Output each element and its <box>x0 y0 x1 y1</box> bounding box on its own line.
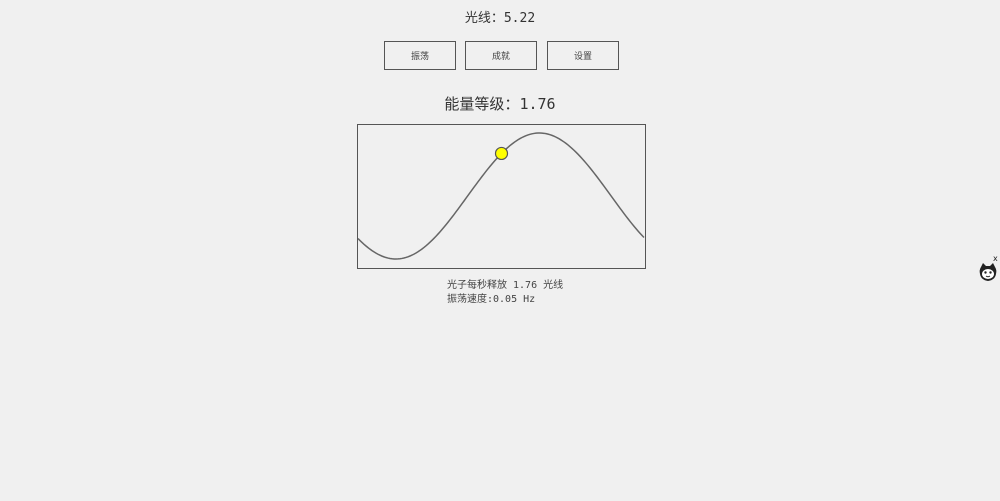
light-counter: 光线：5.22 <box>0 10 1000 28</box>
photon-rate-text: 光子每秒释放 1.76 光线 <box>447 280 564 291</box>
oscillation-speed-text: 振荡速度:0.05 Hz <box>447 294 536 305</box>
oscillate-button[interactable]: 振荡 <box>384 41 456 70</box>
cat-face-icon[interactable] <box>978 262 998 282</box>
action-buttons: 振荡 成就 设置 <box>384 41 619 70</box>
stats-panel: 光子每秒释放 1.76 光线 振荡速度:0.05 Hz <box>447 279 563 307</box>
game-page: 光线：5.22 振荡 成就 设置 能量等级：1.76 光子每秒释放 1.76 光… <box>0 0 1000 501</box>
wave-marker <box>494 146 509 161</box>
wave-canvas <box>358 132 645 260</box>
settings-button[interactable]: 设置 <box>547 41 619 70</box>
light-value: 5.22 <box>503 11 536 26</box>
energy-level: 能量等级：1.76 <box>0 94 1000 114</box>
energy-label: 能量等级： <box>444 95 520 113</box>
energy-value: 1.76 <box>519 95 556 113</box>
wave-display <box>357 124 646 269</box>
light-label: 光线： <box>464 11 504 26</box>
achievements-button[interactable]: 成就 <box>465 41 537 70</box>
